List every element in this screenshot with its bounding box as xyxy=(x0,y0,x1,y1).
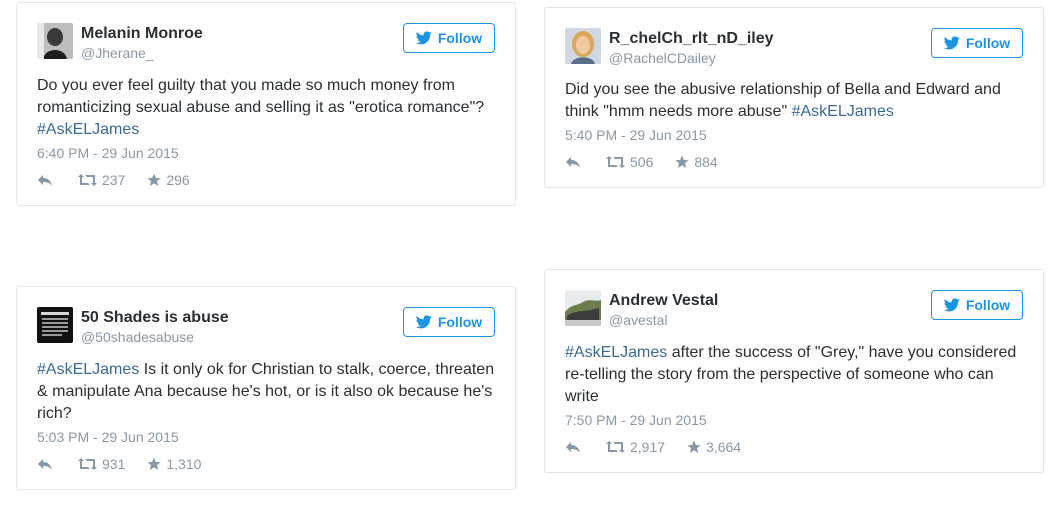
retweet-button[interactable]: 931 xyxy=(78,456,125,472)
timestamp[interactable]: 5:40 PM - 29 Jun 2015 xyxy=(565,127,707,143)
avatar[interactable] xyxy=(37,307,73,343)
tweet-actions: 506 884 xyxy=(565,154,740,170)
tweet-actions: 237 296 xyxy=(37,172,212,188)
tweet-text: Did you see the abusive relationship of … xyxy=(565,79,1023,123)
reply-button[interactable] xyxy=(37,173,53,187)
hashtag-link[interactable]: #AskELJames xyxy=(792,103,894,120)
star-icon xyxy=(147,457,161,470)
user-handle[interactable]: @50shadesabuse xyxy=(81,329,194,345)
favorite-button[interactable]: 1,310 xyxy=(147,456,201,472)
reply-icon xyxy=(38,175,52,186)
user-name[interactable]: Andrew Vestal xyxy=(609,292,718,310)
reply-icon xyxy=(566,442,580,453)
follow-label: Follow xyxy=(437,30,483,46)
user-handle[interactable]: @RachelCDailey xyxy=(609,50,716,66)
tweet-body: Do you ever feel guilty that you made so… xyxy=(37,77,485,116)
tweet-card: R_chelCh_rlt_nD_iley @RachelCDailey Foll… xyxy=(544,7,1044,188)
retweet-count: 506 xyxy=(630,154,654,170)
timestamp[interactable]: 7:50 PM - 29 Jun 2015 xyxy=(565,412,707,428)
favorite-button[interactable]: 884 xyxy=(675,154,718,170)
tweet-body: Did you see the abusive relationship of … xyxy=(565,81,1001,120)
retweet-icon xyxy=(78,458,97,470)
user-name[interactable]: R_chelCh_rlt_nD_iley xyxy=(609,30,774,48)
hashtag-link[interactable]: #AskELJames xyxy=(37,121,139,138)
tweet-actions: 2,917 3,664 xyxy=(565,439,763,455)
tweet-text: Do you ever feel guilty that you made so… xyxy=(37,75,495,141)
favorite-button[interactable]: 3,664 xyxy=(687,439,741,455)
retweet-count: 2,917 xyxy=(630,439,666,455)
twitter-bird-icon xyxy=(415,315,432,329)
retweet-button[interactable]: 506 xyxy=(606,154,653,170)
avatar[interactable] xyxy=(37,23,73,59)
star-icon xyxy=(675,155,689,168)
follow-label: Follow xyxy=(965,297,1011,313)
retweet-count: 237 xyxy=(102,172,126,188)
twitter-bird-icon xyxy=(943,298,960,312)
hashtag-link[interactable]: #AskELJames xyxy=(565,344,667,361)
favorite-count: 1,310 xyxy=(166,456,202,472)
avatar[interactable] xyxy=(565,290,601,326)
timestamp[interactable]: 5:03 PM - 29 Jun 2015 xyxy=(37,429,179,445)
reply-button[interactable] xyxy=(37,457,53,471)
user-name[interactable]: 50 Shades is abuse xyxy=(81,309,229,327)
follow-button[interactable]: Follow xyxy=(931,28,1023,58)
favorite-count: 3,664 xyxy=(706,439,742,455)
reply-button[interactable] xyxy=(565,155,581,169)
tweet-actions: 931 1,310 xyxy=(37,456,223,472)
twitter-bird-icon xyxy=(943,36,960,50)
reply-icon xyxy=(38,459,52,470)
follow-button[interactable]: Follow xyxy=(931,290,1023,320)
retweet-icon xyxy=(606,441,625,453)
tweet-text: #AskELJames after the success of "Grey,"… xyxy=(565,342,1023,408)
retweet-button[interactable]: 2,917 xyxy=(606,439,665,455)
hashtag-link[interactable]: #AskELJames xyxy=(37,361,139,378)
timestamp[interactable]: 6:40 PM - 29 Jun 2015 xyxy=(37,145,179,161)
user-handle[interactable]: @avestal xyxy=(609,312,668,328)
follow-label: Follow xyxy=(437,314,483,330)
follow-button[interactable]: Follow xyxy=(403,23,495,53)
reply-icon xyxy=(566,157,580,168)
twitter-bird-icon xyxy=(415,31,432,45)
tweet-text: #AskELJames Is it only ok for Christian … xyxy=(37,359,495,425)
favorite-button[interactable]: 296 xyxy=(147,172,190,188)
favorite-count: 296 xyxy=(166,172,190,188)
retweet-icon xyxy=(606,156,625,168)
follow-label: Follow xyxy=(965,35,1011,51)
follow-button[interactable]: Follow xyxy=(403,307,495,337)
star-icon xyxy=(687,440,701,453)
avatar[interactable] xyxy=(565,28,601,64)
retweet-icon xyxy=(78,174,97,186)
retweet-count: 931 xyxy=(102,456,126,472)
user-handle[interactable]: @Jherane_ xyxy=(81,45,154,61)
favorite-count: 884 xyxy=(694,154,718,170)
star-icon xyxy=(147,173,161,186)
retweet-button[interactable]: 237 xyxy=(78,172,125,188)
reply-button[interactable] xyxy=(565,440,581,454)
user-name[interactable]: Melanin Monroe xyxy=(81,25,203,43)
tweet-card: Melanin Monroe @Jherane_ Follow Do you e… xyxy=(16,2,516,206)
tweet-card: 50 Shades is abuse @50shadesabuse Follow… xyxy=(16,286,516,490)
tweet-card: Andrew Vestal @avestal Follow #AskELJame… xyxy=(544,269,1044,473)
